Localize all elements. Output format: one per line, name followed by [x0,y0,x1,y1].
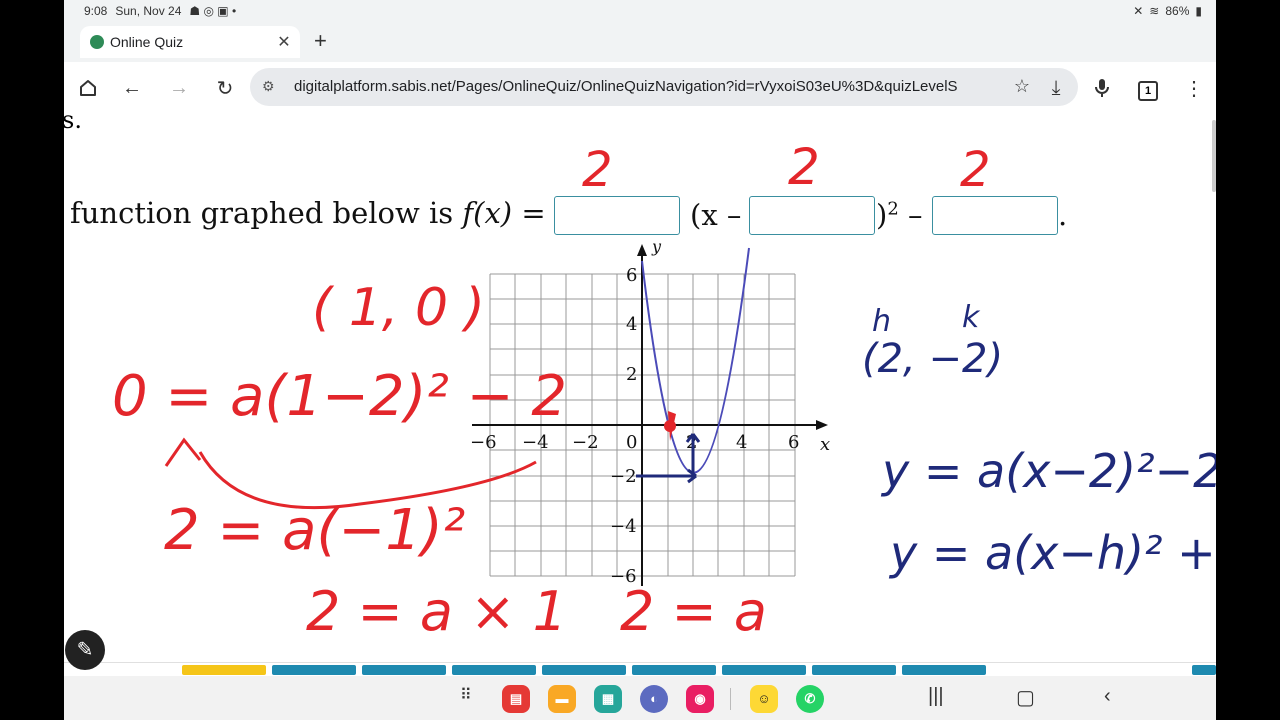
answer-input-h[interactable] [749,196,875,235]
address-bar[interactable]: ⚙ digitalplatform.sabis.net/Pages/Online… [250,68,1078,106]
question-nav-tab[interactable] [1192,665,1216,675]
x-tick-label: 0 [626,432,637,453]
tab-title: Online Quiz [110,34,184,50]
back-nav-icon[interactable]: ‹ [1104,685,1111,708]
question-nav-tab[interactable] [542,665,626,675]
handwritten-vertex: (2, −2) [862,336,1004,382]
question-nav-tab[interactable] [722,665,806,675]
handwritten-ans1: 2 [582,142,613,198]
status-bar: 9:08 Sun, Nov 24 ☗ ◎ ▣ • ✕ ≋ 86% ▮ [64,0,1216,22]
handwritten-h: h [872,304,892,339]
question-nav-tab[interactable] [902,665,986,675]
question-nav-tab[interactable] [272,665,356,675]
app-icon-internet[interactable]: ◐ [640,685,668,713]
tab-strip: Online Quiz ✕ + [64,22,1216,62]
handwritten-equation-3: 2 = a × 1 [306,580,567,643]
system-navigation-bar: ⠿ ▤ ▬ ▦ ◐ ◉ ☺ ✆ ||| ▢ ‹ [64,676,1216,720]
handwritten-vertex-form-2: y = a(x−h)² + k [890,526,1216,580]
browser-toolbar: ← → ↻ ⚙ digitalplatform.sabis.net/Pages/… [64,62,1216,114]
app-icon-gallery[interactable]: ◉ [686,685,714,713]
handwritten-equation-4: 2 = a [620,580,768,643]
handwritten-k: k [962,300,980,335]
app-drawer-icon[interactable]: ⠿ [460,685,472,705]
y-tick-label: 4 [626,314,637,335]
status-time: 9:08 [84,4,108,18]
recents-icon[interactable]: ||| [928,685,944,708]
battery-level: 86% [1165,4,1190,18]
clipped-text: s. [64,106,82,134]
page-scrollbar[interactable] [1212,120,1216,192]
back-icon[interactable]: ← [118,74,146,102]
microphone-icon[interactable] [1088,74,1116,102]
site-settings-icon[interactable]: ⚙ [262,78,280,96]
handwritten-ans3: 2 [960,142,991,198]
y-tick-label: −4 [610,516,637,537]
bookmark-star-icon[interactable]: ☆ [1014,76,1030,97]
answer-input-a[interactable] [554,196,680,235]
pen-tool-icon[interactable]: ✎ [65,630,105,670]
question-prefix: function graphed below is f(x) = [70,196,546,230]
question-nav-tab[interactable] [632,665,716,675]
y-tick-label: 6 [626,265,637,286]
question-nav-tab[interactable] [182,665,266,675]
x-tick-label: −2 [572,432,599,453]
battery-icon: ▮ [1195,4,1202,18]
url-text: digitalplatform.sabis.net/Pages/OnlineQu… [294,78,958,95]
home-nav-icon[interactable]: ▢ [1016,685,1035,710]
page-content: s. function graphed below is f(x) = (x –… [64,106,1216,644]
x-tick-label: 6 [788,432,799,453]
home-icon[interactable] [74,74,102,102]
status-date: Sun, Nov 24 [115,4,182,18]
tab-switcher-button[interactable]: 1 [1138,81,1158,101]
handwritten-vertex-form-1: y = a(x−2)²−2 [882,444,1216,498]
math-open-paren: (x – [690,198,742,232]
app-icon-calendar[interactable]: ▦ [594,685,622,713]
app-icon-snapchat[interactable]: ☺ [750,685,778,713]
new-tab-icon[interactable]: + [314,30,327,52]
app-icon-notes[interactable]: ▤ [502,685,530,713]
app-icon-whatsapp[interactable]: ✆ [796,685,824,713]
download-icon[interactable]: ⤓ [1042,74,1070,102]
forward-icon[interactable]: → [165,74,193,102]
handwritten-ans2: 2 [788,138,820,196]
question-nav-tab[interactable] [362,665,446,675]
handwritten-point: ( 1, 0 ) [312,278,485,338]
reload-icon[interactable]: ↻ [211,74,239,102]
y-axis-label: y [651,237,662,256]
math-square: )2 – [876,198,923,232]
close-tab-icon[interactable]: ✕ [274,32,294,52]
question-nav-tab[interactable] [812,665,896,675]
x-axis-label: x [820,434,830,455]
dock-divider [730,688,731,710]
handwritten-equation-1: 0 = a(1−2)² − 2 [112,364,567,429]
wifi-icon: ≋ [1149,4,1160,18]
device-screen: 9:08 Sun, Nov 24 ☗ ◎ ▣ • ✕ ≋ 86% ▮ Onlin… [64,0,1216,720]
notification-icon: ☗ ◎ ▣ • [189,4,237,18]
tab-online-quiz[interactable]: Online Quiz ✕ [80,26,300,58]
site-favicon-icon [90,35,104,49]
y-tick-label: −2 [610,466,637,487]
app-icon-files[interactable]: ▬ [548,685,576,713]
function-notation: f(x) = [462,196,546,230]
math-period: . [1058,198,1068,232]
y-tick-label: 2 [626,364,637,385]
question-nav-tab[interactable] [452,665,536,675]
menu-icon[interactable]: ⋮ [1180,74,1208,102]
x-tick-label: 4 [736,432,747,453]
mute-icon: ✕ [1133,4,1144,18]
handwritten-equation-2: 2 = a(−1)² [164,498,466,563]
answer-input-k[interactable] [932,196,1058,235]
